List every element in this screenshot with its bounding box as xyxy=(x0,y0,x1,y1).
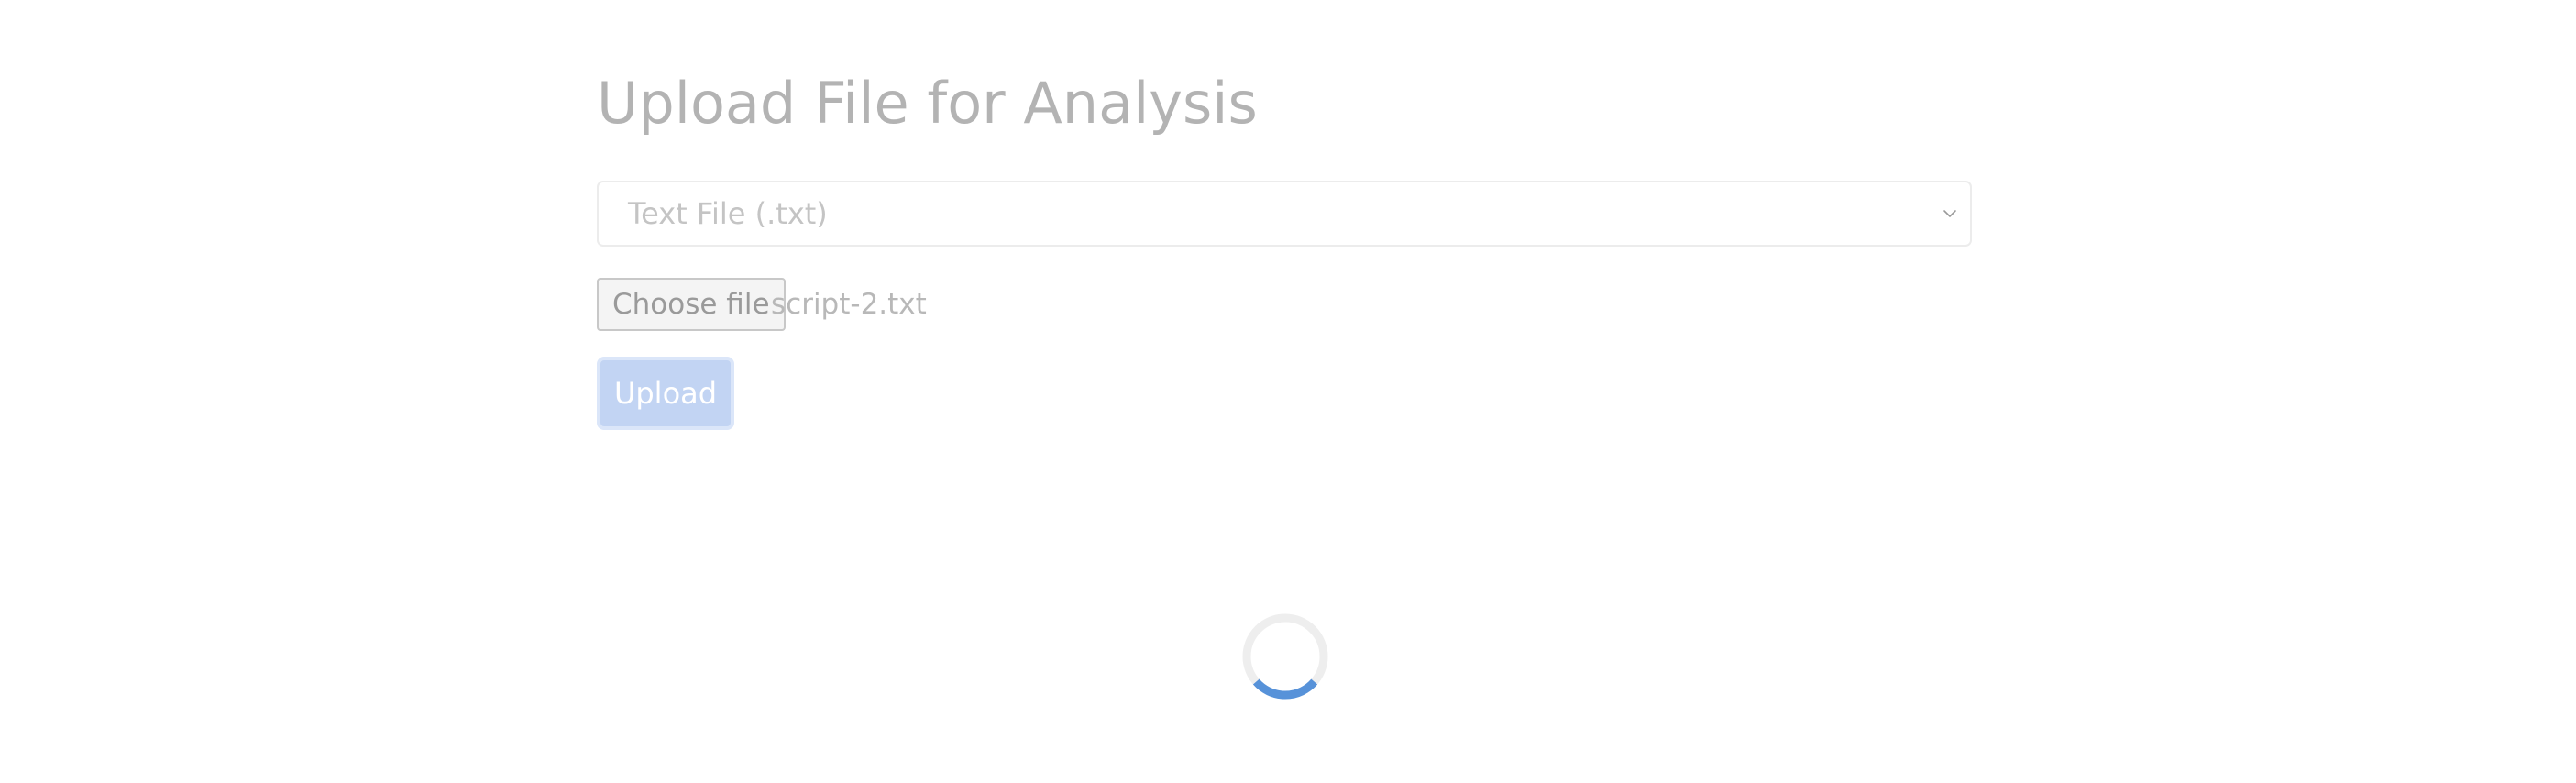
upload-button[interactable]: Upload xyxy=(597,357,734,430)
loading-spinner-icon xyxy=(1242,613,1328,700)
page-title: Upload File for Analysis xyxy=(597,70,1258,137)
chevron-down-icon xyxy=(1943,210,1956,217)
page: Upload File for Analysis Text File (.txt… xyxy=(0,0,2576,783)
file-type-select-value: Text File (.txt) xyxy=(628,196,828,231)
selected-file-name: script-2.txt xyxy=(771,288,927,321)
choose-file-button[interactable]: Choose file xyxy=(597,278,786,331)
file-input: Choose file script-2.txt xyxy=(597,278,1330,331)
file-type-select[interactable]: Text File (.txt) xyxy=(597,181,1972,247)
